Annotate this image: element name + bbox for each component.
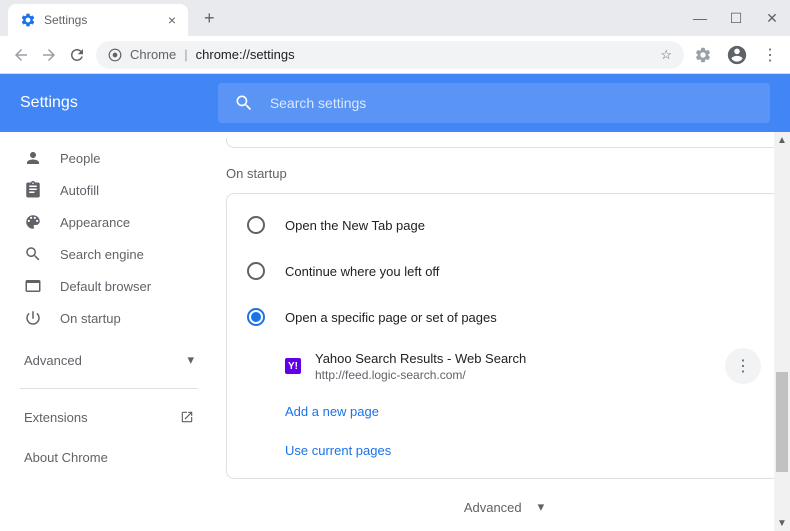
- radio-icon: [247, 216, 265, 234]
- clipboard-icon: [24, 181, 42, 199]
- window-controls: — ☐ ✕: [690, 0, 782, 36]
- sidebar-item-appearance[interactable]: Appearance: [0, 206, 218, 238]
- sidebar-item-people[interactable]: People: [0, 142, 218, 174]
- content-area: People Autofill Appearance Search engine…: [0, 132, 790, 531]
- reload-button[interactable]: [68, 46, 86, 64]
- radio-label: Open a specific page or set of pages: [285, 310, 497, 325]
- close-window-button[interactable]: ✕: [762, 10, 782, 27]
- url-path: chrome://settings: [196, 47, 295, 62]
- add-page-link[interactable]: Add a new page: [227, 392, 781, 431]
- vertical-scrollbar[interactable]: ▲ ▼: [774, 132, 790, 531]
- sidebar-item-label: Search engine: [60, 247, 144, 262]
- search-settings-box[interactable]: [218, 83, 770, 123]
- palette-icon: [24, 213, 42, 231]
- new-tab-button[interactable]: +: [196, 8, 223, 29]
- browser-icon: [24, 277, 42, 295]
- sidebar-advanced-label: Advanced: [24, 353, 82, 368]
- scroll-thumb[interactable]: [776, 372, 788, 472]
- sidebar-item-label: Default browser: [60, 279, 151, 294]
- sidebar-advanced-toggle[interactable]: Advanced ▾: [0, 340, 218, 380]
- page-entry-menu-button[interactable]: ⋮: [725, 348, 761, 384]
- tab-title: Settings: [44, 13, 87, 27]
- toolbar-icons: ⋮: [694, 44, 778, 66]
- search-icon: [234, 93, 254, 113]
- radio-icon: [247, 262, 265, 280]
- chevron-down-icon: ▾: [538, 499, 545, 515]
- url-protocol: Chrome: [130, 47, 176, 62]
- url-input[interactable]: Chrome | chrome://settings ☆: [96, 41, 684, 69]
- radio-specific-pages[interactable]: Open a specific page or set of pages: [227, 294, 781, 340]
- settings-header: Settings: [0, 74, 790, 132]
- search-settings-input[interactable]: [270, 95, 754, 111]
- account-icon[interactable]: [726, 44, 748, 66]
- back-button[interactable]: [12, 46, 30, 64]
- gear-icon: [20, 12, 36, 28]
- sidebar-item-default-browser[interactable]: Default browser: [0, 270, 218, 302]
- sidebar-item-label: Appearance: [60, 215, 130, 230]
- page-title: Settings: [20, 94, 78, 112]
- sidebar-about-label: About Chrome: [24, 450, 108, 465]
- scroll-up-arrow[interactable]: ▲: [774, 132, 790, 148]
- radio-icon: [247, 308, 265, 326]
- section-title: On startup: [226, 166, 782, 181]
- maximize-button[interactable]: ☐: [726, 10, 746, 27]
- sidebar-item-on-startup[interactable]: On startup: [0, 302, 218, 334]
- page-entry-title: Yahoo Search Results - Web Search: [315, 351, 711, 366]
- menu-button[interactable]: ⋮: [762, 45, 778, 65]
- gear-icon[interactable]: [694, 46, 712, 64]
- main-panel: On startup Open the New Tab page Continu…: [218, 132, 790, 531]
- startup-page-row: Y! Yahoo Search Results - Web Search htt…: [227, 340, 781, 392]
- favicon: Y!: [285, 358, 301, 374]
- radio-continue[interactable]: Continue where you left off: [227, 248, 781, 294]
- sidebar: People Autofill Appearance Search engine…: [0, 132, 218, 531]
- browser-tab[interactable]: Settings ×: [8, 4, 188, 36]
- page-entry-url: http://feed.logic-search.com/: [315, 368, 711, 382]
- advanced-footer-toggle[interactable]: Advanced ▾: [218, 499, 790, 515]
- scroll-down-arrow[interactable]: ▼: [774, 515, 790, 531]
- person-icon: [24, 149, 42, 167]
- sidebar-extensions[interactable]: Extensions: [0, 397, 218, 437]
- titlebar: Settings × + — ☐ ✕: [0, 0, 790, 36]
- radio-label: Open the New Tab page: [285, 218, 425, 233]
- sidebar-item-autofill[interactable]: Autofill: [0, 174, 218, 206]
- forward-button[interactable]: [40, 46, 58, 64]
- sidebar-item-search-engine[interactable]: Search engine: [0, 238, 218, 270]
- advanced-footer-label: Advanced: [464, 500, 522, 515]
- sidebar-about-chrome[interactable]: About Chrome: [0, 437, 218, 477]
- search-icon: [24, 245, 42, 263]
- addressbar: Chrome | chrome://settings ☆ ⋮: [0, 36, 790, 74]
- close-icon[interactable]: ×: [168, 12, 176, 28]
- power-icon: [24, 309, 42, 327]
- sidebar-extensions-label: Extensions: [24, 410, 88, 425]
- info-icon: [108, 48, 122, 62]
- use-current-pages-link[interactable]: Use current pages: [227, 431, 781, 470]
- url-separator: |: [184, 47, 187, 62]
- sidebar-item-label: On startup: [60, 311, 121, 326]
- chevron-down-icon: ▾: [187, 352, 194, 368]
- startup-card: Open the New Tab page Continue where you…: [226, 193, 782, 479]
- minimize-button[interactable]: —: [690, 10, 710, 26]
- sidebar-item-label: People: [60, 151, 100, 166]
- radio-label: Continue where you left off: [285, 264, 439, 279]
- previous-card-bottom: [226, 138, 782, 148]
- bookmark-star-icon[interactable]: ☆: [660, 47, 672, 63]
- sidebar-item-label: Autofill: [60, 183, 99, 198]
- sidebar-divider: [20, 388, 198, 389]
- external-link-icon: [180, 410, 194, 424]
- radio-new-tab-page[interactable]: Open the New Tab page: [227, 202, 781, 248]
